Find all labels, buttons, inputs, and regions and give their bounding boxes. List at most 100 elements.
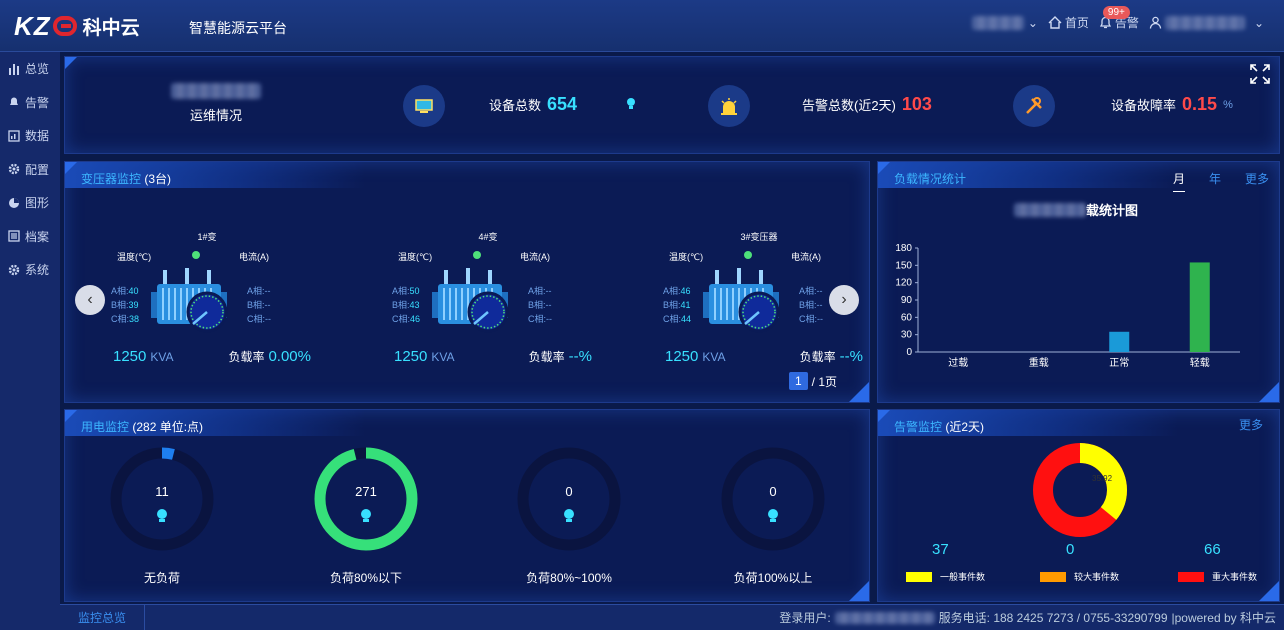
system-icon — [8, 264, 20, 275]
transformer-card: 4#变 温度(℃) 电流(A) A相:50 B相:43 C相:46 A相:-- … — [378, 196, 598, 376]
current-a: -- — [816, 286, 823, 296]
ring-label: 负荷100%以上 — [733, 571, 813, 585]
sidebar-item-system[interactable]: 系统 — [0, 253, 60, 287]
sidebar-item-overview[interactable]: 总览 — [0, 52, 60, 86]
legend-label: 重大事件数 — [1212, 572, 1258, 582]
fullscreen-icon[interactable] — [1249, 63, 1271, 90]
temp-b: 41 — [680, 300, 691, 310]
bulb-icon — [626, 97, 636, 111]
load-rate-label: 负载率 — [528, 350, 565, 364]
data-icon — [8, 130, 20, 142]
tab-monitor-overview[interactable]: 监控总览 — [60, 605, 146, 630]
power-panel: 用电监控 (282 单位:点) 11 无负荷 271 负荷80%以下 0 负荷8… — [64, 409, 870, 602]
sidebar-item-archive[interactable]: 档案 — [0, 220, 60, 254]
temp-a: 50 — [409, 286, 420, 296]
ring-value: 0 — [565, 484, 572, 499]
temp-c: 38 — [129, 314, 140, 324]
alarm-link[interactable]: 99+ 告警 — [1099, 6, 1139, 31]
current-label: 电流(A) — [239, 252, 269, 262]
transformer-icon — [432, 268, 509, 333]
tab-year[interactable]: 年 — [1209, 170, 1221, 192]
alarm-donut-chart: 35.92 — [1033, 443, 1127, 537]
legend-swatch — [1178, 571, 1204, 582]
sidebar-item-config[interactable]: 配置 — [0, 153, 60, 187]
sidebar: 总览 告警 数据 配置 图形 档案 系统 — [0, 52, 60, 630]
x-tick-label: 重载 — [1029, 356, 1049, 369]
temp-a: 46 — [680, 286, 691, 296]
transformer-count: (3台) — [144, 172, 172, 186]
powered-by: |powered by 科中云 — [1171, 611, 1277, 625]
ring-value: 0 — [769, 484, 776, 499]
alarm-count: 0 — [1066, 541, 1075, 558]
current-label: 电流(A) — [791, 252, 821, 262]
sidebar-item-label: 档案 — [25, 229, 50, 244]
load-title: 负载情况统计 — [894, 172, 967, 186]
legend-label: 较大事件数 — [1074, 572, 1120, 582]
power-ring: 0 — [721, 447, 825, 551]
panel-title: 告警监控 (近2天) — [878, 410, 1178, 436]
alarm-count: 37 — [932, 541, 949, 558]
temp-label: 温度(℃) — [398, 252, 433, 262]
tab-month[interactable]: 月 — [1172, 170, 1185, 192]
transformer-name: 1#变 — [197, 232, 217, 242]
transformer-card: 3#变压器 温度(℃) 电流(A) A相:46 B相:41 C相:44 A相:-… — [649, 196, 869, 376]
brand-name: 科中云 — [82, 17, 140, 39]
home-icon — [1048, 16, 1062, 29]
panel-title: 变压器监控 (3台) — [65, 162, 365, 188]
alarm-title: 告警监控 — [894, 420, 943, 434]
transformer-name: 3#变压器 — [740, 232, 778, 242]
transformer-icon — [703, 268, 780, 333]
temp-b: 39 — [128, 300, 139, 310]
alarm-total-value: 103 — [901, 94, 932, 114]
tab-more[interactable]: 更多 — [1245, 170, 1269, 192]
ring-value: 271 — [355, 484, 377, 499]
alarm-badge: 99+ — [1102, 6, 1130, 19]
transformer-name: 4#变 — [478, 232, 498, 242]
current-a: -- — [545, 286, 552, 296]
sidebar-item-alarm[interactable]: 告警 — [0, 86, 60, 120]
pie-icon — [9, 197, 19, 208]
legend-label: 一般事件数 — [940, 572, 986, 582]
alarm-more-link[interactable]: 更多 — [1239, 416, 1263, 433]
current-b: -- — [816, 300, 823, 310]
service-phone: 服务电话: 188 2425 7273 / 0755-33290799 — [938, 611, 1168, 625]
fault-rate-label: 设备故障率 — [1111, 98, 1177, 113]
panel-title: 负载情况统计 — [878, 162, 1178, 188]
transformer-title: 变压器监控 — [81, 172, 142, 186]
sidebar-item-label: 系统 — [25, 263, 50, 278]
page-button[interactable]: 1 — [788, 372, 808, 390]
archive-icon — [8, 230, 20, 242]
fault-rate-unit: % — [1223, 98, 1233, 111]
temp-c: 46 — [410, 314, 421, 324]
bar-chart-icon — [9, 63, 19, 75]
org-selector[interactable]: ⌄ — [971, 15, 1038, 30]
device-icon — [403, 85, 445, 127]
user-menu[interactable]: ⌄ — [1149, 15, 1264, 30]
alarm-panel: 告警监控 (近2天) 更多 35.92 37 一般事件数 0 较大事件数 66 … — [877, 409, 1280, 602]
y-tick-label: 60 — [901, 312, 913, 323]
y-tick-label: 150 — [895, 260, 912, 271]
power-count: (282 单位:点) — [132, 420, 204, 434]
home-link[interactable]: 首页 — [1048, 14, 1089, 31]
transformer-icon — [151, 268, 228, 333]
y-tick-label: 0 — [906, 347, 912, 358]
load-rate-value: --% — [839, 348, 863, 365]
alarm-count: 66 — [1204, 541, 1221, 558]
login-user-label: 登录用户: — [779, 611, 831, 625]
chevron-down-icon: ⌄ — [1027, 15, 1038, 30]
top-bar: KZ 科中云 智慧能源云平台 ⌄ 首页 99+ 告警 ⌄ — [0, 0, 1284, 52]
fault-rate-value: 0.15 — [1182, 94, 1218, 114]
chevron-down-icon: ⌄ — [1253, 15, 1264, 30]
user-icon — [1149, 16, 1162, 29]
status-dot-icon — [473, 251, 481, 259]
temp-a: 40 — [128, 286, 139, 296]
capacity-unit: KVA — [150, 350, 174, 364]
y-tick-label: 120 — [895, 278, 912, 289]
pagination: 1 / 1页 — [788, 372, 837, 390]
alarm-period: (近2天) — [945, 420, 985, 434]
sidebar-item-graph[interactable]: 图形 — [0, 186, 60, 220]
capacity-value: 1250 — [113, 348, 147, 365]
bulb-icon — [361, 509, 371, 519]
legend-swatch — [906, 571, 932, 582]
sidebar-item-data[interactable]: 数据 — [0, 119, 60, 153]
